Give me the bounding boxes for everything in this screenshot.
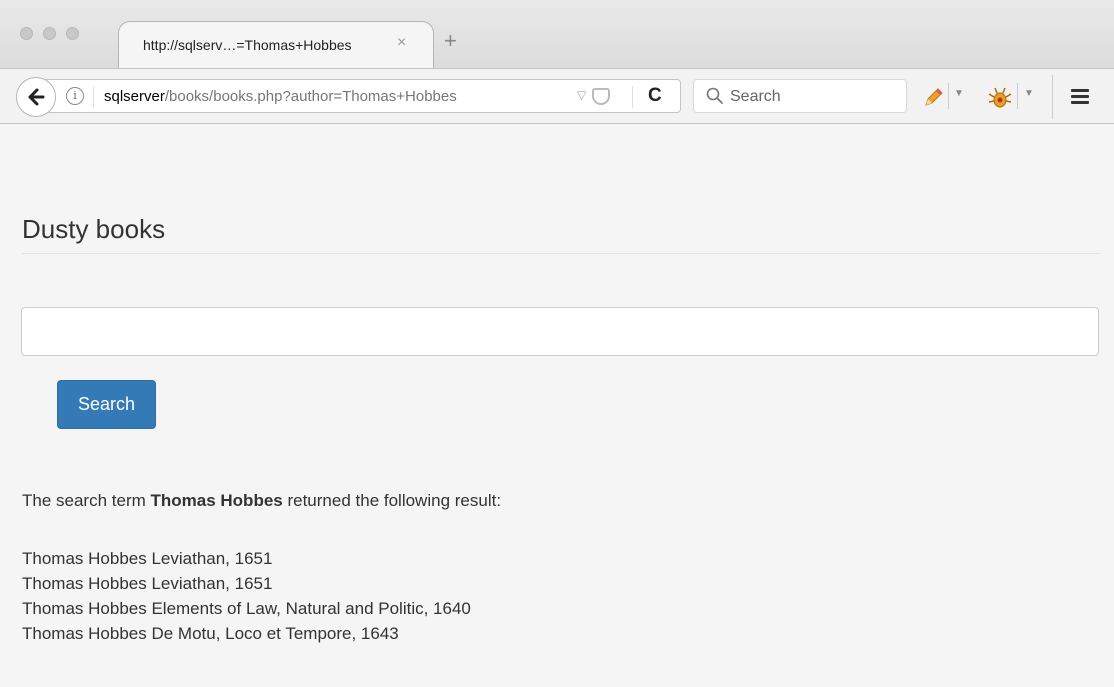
- firebug-icon[interactable]: [988, 87, 1012, 109]
- search-input[interactable]: [21, 307, 1099, 356]
- back-arrow-icon: [28, 88, 45, 106]
- reload-icon[interactable]: C: [648, 85, 662, 107]
- pencil-dropdown-icon[interactable]: ▼: [954, 88, 964, 99]
- url-text[interactable]: sqlserver/books/books.php?author=Thomas+…: [104, 88, 457, 105]
- minimize-window-button[interactable]: [43, 27, 56, 40]
- result-prefix: The search term: [22, 491, 151, 510]
- result-term: Thomas Hobbes: [150, 491, 283, 510]
- list-item: Thomas Hobbes De Motu, Loco et Tempore, …: [22, 624, 399, 643]
- list-item: Thomas Hobbes Elements of Law, Natural a…: [22, 599, 471, 618]
- pocket-icon[interactable]: [592, 88, 610, 105]
- result-suffix: returned the following result:: [282, 491, 502, 510]
- pencil-icon[interactable]: [922, 87, 944, 109]
- result-list: Thomas Hobbes Leviathan, 1651 Thomas Hob…: [22, 546, 471, 646]
- browser-search-placeholder: Search: [730, 88, 781, 105]
- new-tab-button[interactable]: +: [444, 30, 457, 52]
- url-dropdown-icon[interactable]: ▽: [577, 88, 586, 102]
- tab-close-icon[interactable]: ×: [397, 34, 406, 52]
- info-icon[interactable]: i: [66, 87, 84, 105]
- url-divider: [93, 87, 94, 107]
- back-button[interactable]: [16, 77, 56, 117]
- maximize-window-button[interactable]: [66, 27, 79, 40]
- toolbar-divider: [948, 83, 949, 109]
- url-divider-2: [632, 86, 633, 108]
- toolbar-divider-2: [1017, 83, 1018, 109]
- browser-search-bar[interactable]: Search: [693, 79, 907, 113]
- list-item: Thomas Hobbes Leviathan, 1651: [22, 574, 273, 593]
- toolbar-divider-3: [1052, 75, 1053, 119]
- search-icon: [706, 87, 723, 104]
- result-summary: The search term Thomas Hobbes returned t…: [22, 491, 501, 511]
- tab-title: http://sqlserv…=Thomas+Hobbes: [143, 37, 352, 53]
- list-item: Thomas Hobbes Leviathan, 1651: [22, 549, 273, 568]
- firebug-dropdown-icon[interactable]: ▼: [1024, 88, 1034, 99]
- page-title: Dusty books: [22, 214, 166, 244]
- url-host: sqlserver: [104, 88, 165, 105]
- hamburger-menu-icon[interactable]: [1071, 89, 1089, 105]
- url-bar[interactable]: i sqlserver/books/books.php?author=Thoma…: [40, 79, 681, 113]
- active-tab[interactable]: http://sqlserv…=Thomas+Hobbes ×: [118, 21, 434, 68]
- tab-bar: http://sqlserv…=Thomas+Hobbes × +: [0, 0, 1114, 68]
- url-path: /books/books.php?author=Thomas+Hobbes: [164, 88, 457, 105]
- search-button[interactable]: Search: [57, 380, 156, 429]
- close-window-button[interactable]: [20, 27, 33, 40]
- navigation-toolbar: i sqlserver/books/books.php?author=Thoma…: [0, 68, 1114, 124]
- title-divider: [22, 253, 1100, 254]
